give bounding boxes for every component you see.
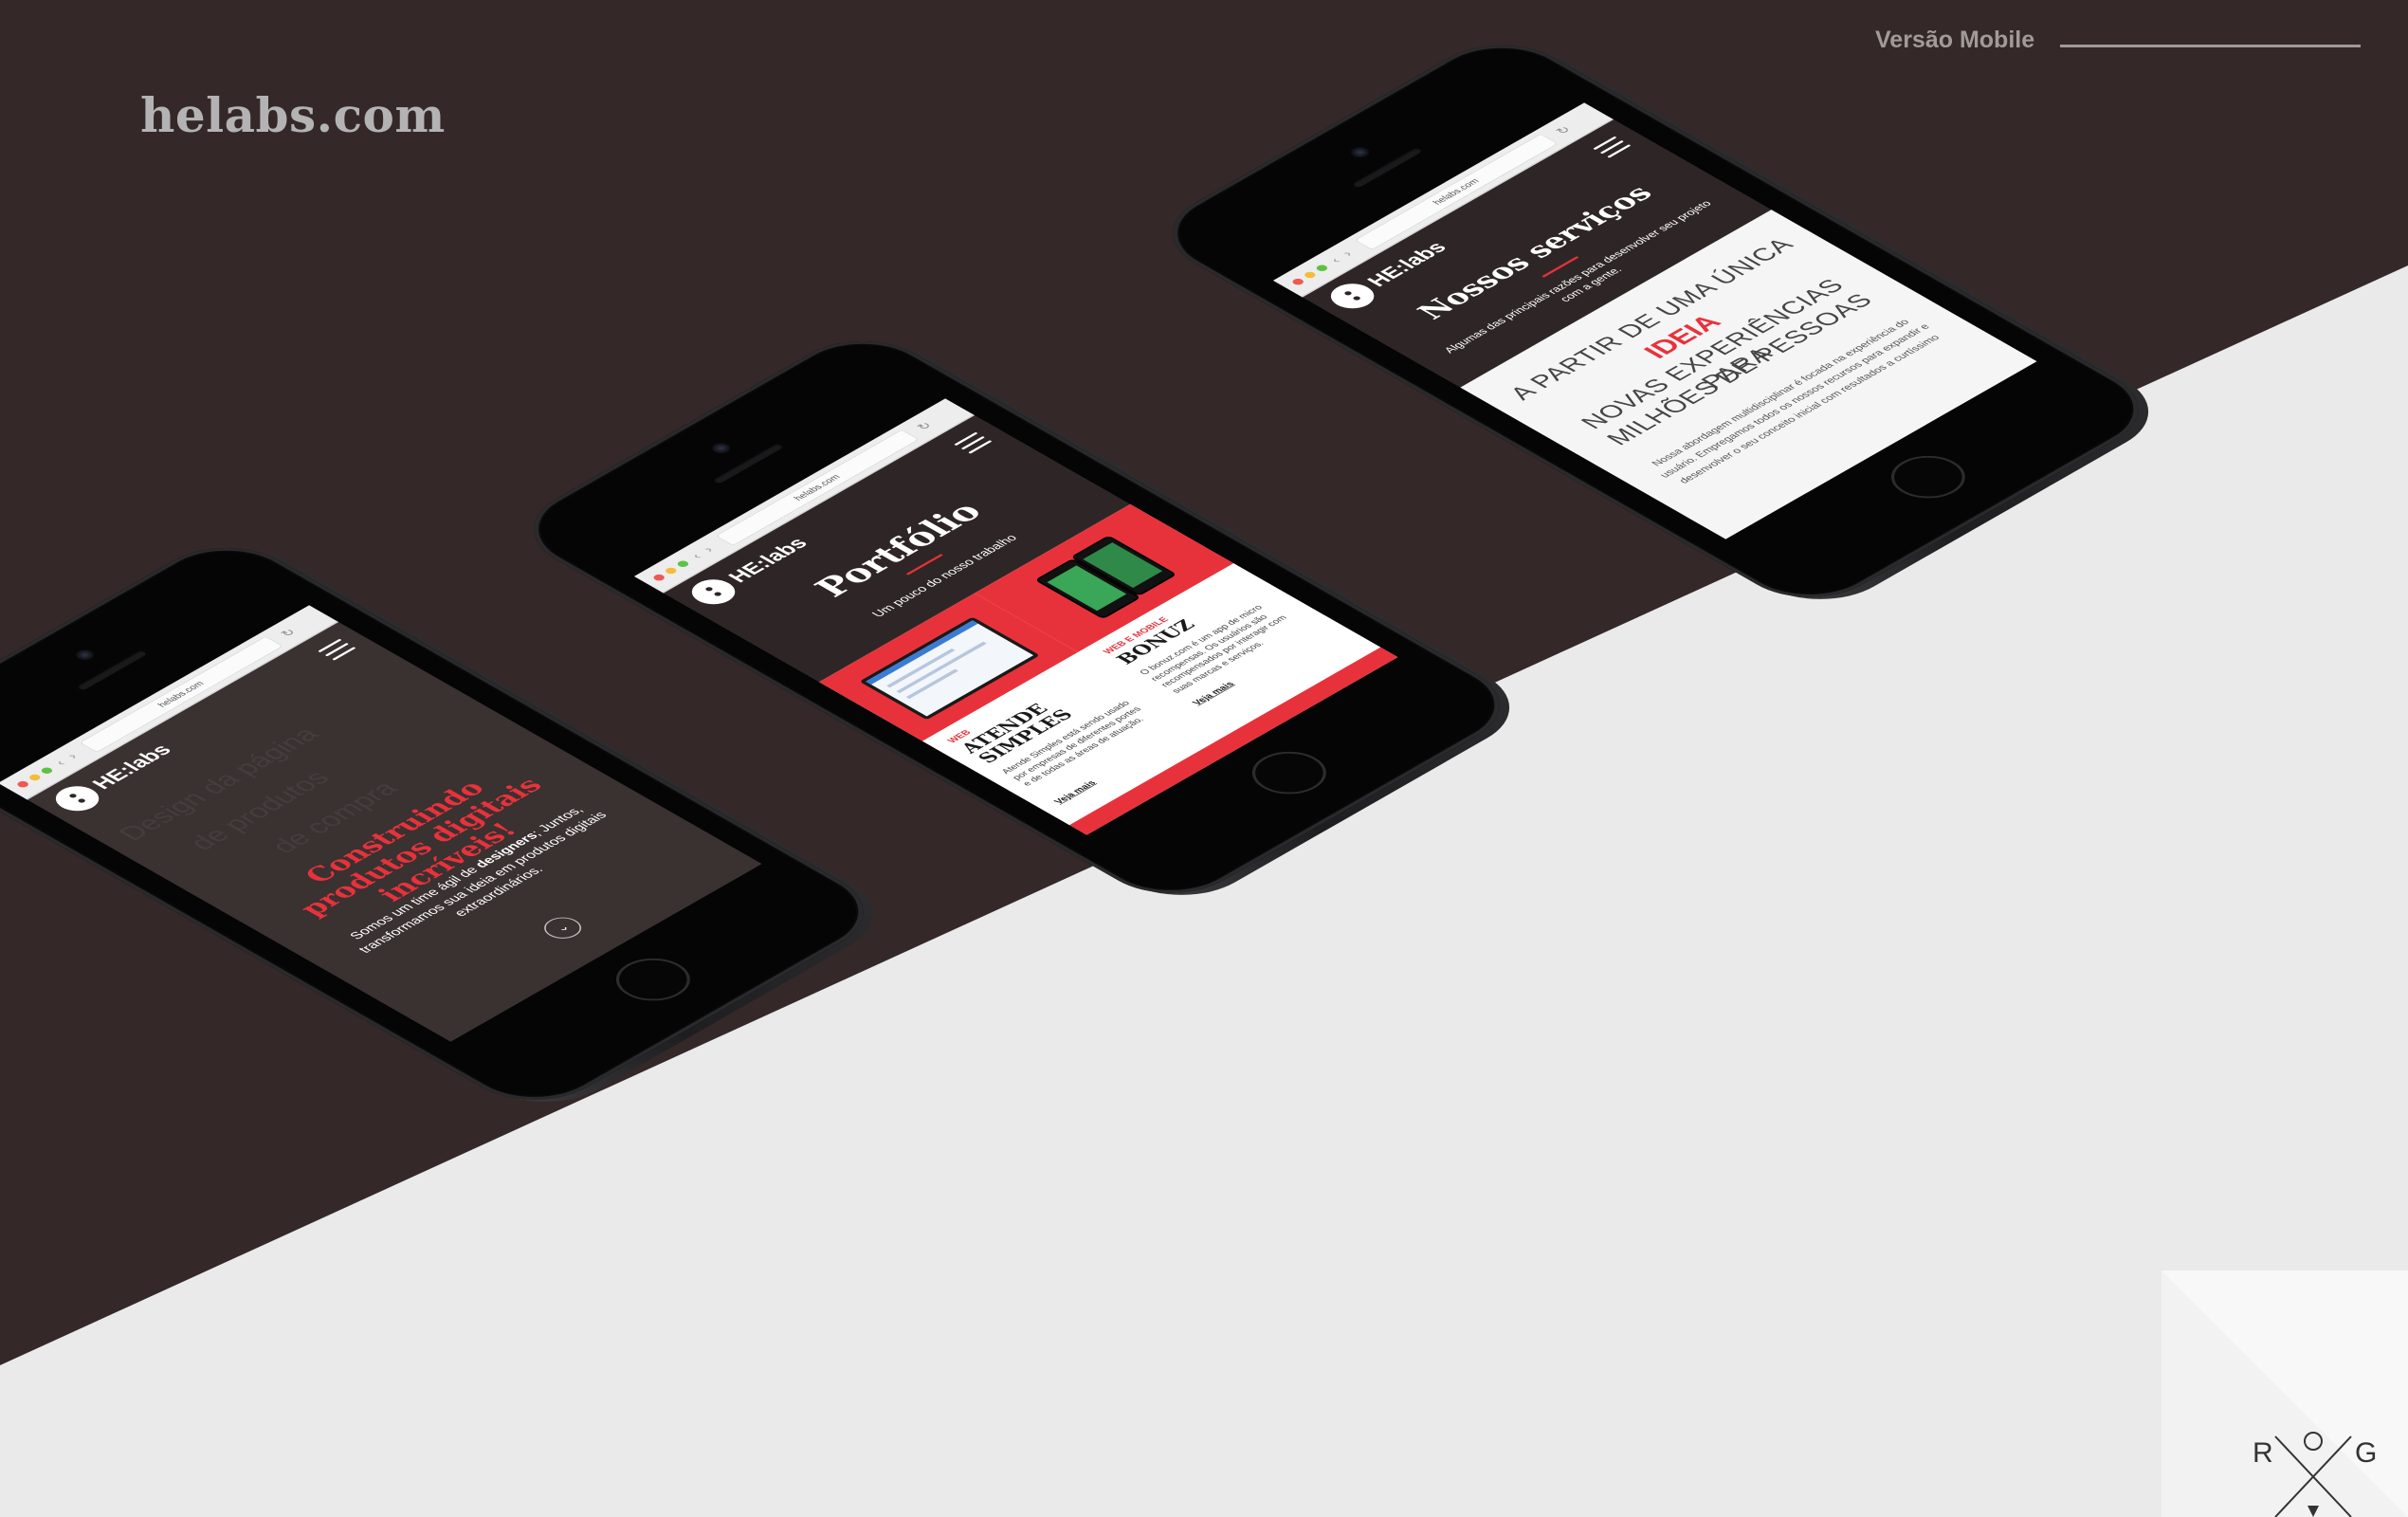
back-icon[interactable]: ‹	[1326, 255, 1344, 265]
reload-icon[interactable]: ↻	[277, 627, 300, 640]
window-close-dot[interactable]	[651, 573, 667, 582]
back-icon[interactable]: ‹	[687, 551, 705, 561]
window-close-dot[interactable]	[15, 779, 31, 789]
mock-line	[896, 641, 987, 694]
home-button[interactable]	[600, 949, 705, 1010]
window-close-dot[interactable]	[1290, 277, 1306, 286]
mock-bar	[866, 620, 978, 685]
reload-icon[interactable]: ↻	[913, 420, 936, 433]
signature-letter-left: R	[2253, 1437, 2273, 1469]
hamburger-menu-icon[interactable]	[1593, 136, 1632, 159]
signature-letter-right: G	[2355, 1437, 2378, 1469]
window-minimize-dot[interactable]	[1302, 270, 1318, 280]
brand-title: helabs.com	[140, 87, 446, 143]
forward-icon[interactable]: ›	[64, 751, 82, 761]
window-zoom-dot[interactable]	[675, 559, 691, 569]
signature-logo: R G	[2162, 1270, 2408, 1517]
window-zoom-dot[interactable]	[39, 766, 55, 776]
section-label: Versão Mobile	[1875, 27, 2035, 53]
window-minimize-dot[interactable]	[27, 773, 43, 782]
window-zoom-dot[interactable]	[1314, 264, 1330, 273]
forward-icon[interactable]: ›	[1339, 248, 1357, 259]
hamburger-menu-icon[interactable]	[318, 638, 356, 662]
camera-icon	[1346, 144, 1374, 160]
signature-mark	[2162, 1270, 2408, 1517]
home-button[interactable]	[1875, 447, 1980, 507]
back-icon[interactable]: ‹	[51, 758, 69, 768]
camera-icon	[707, 440, 735, 456]
reload-icon[interactable]: ↻	[1552, 124, 1575, 137]
camera-icon	[71, 647, 99, 663]
chevron-down-icon[interactable]: ⌄	[537, 912, 590, 943]
hamburger-menu-icon[interactable]	[954, 431, 993, 455]
section-label-rule	[2060, 45, 2361, 47]
forward-icon[interactable]: ›	[700, 544, 718, 555]
window-minimize-dot[interactable]	[663, 566, 679, 576]
home-button[interactable]	[1236, 742, 1341, 803]
card-link[interactable]: Veja mais	[1052, 779, 1099, 806]
